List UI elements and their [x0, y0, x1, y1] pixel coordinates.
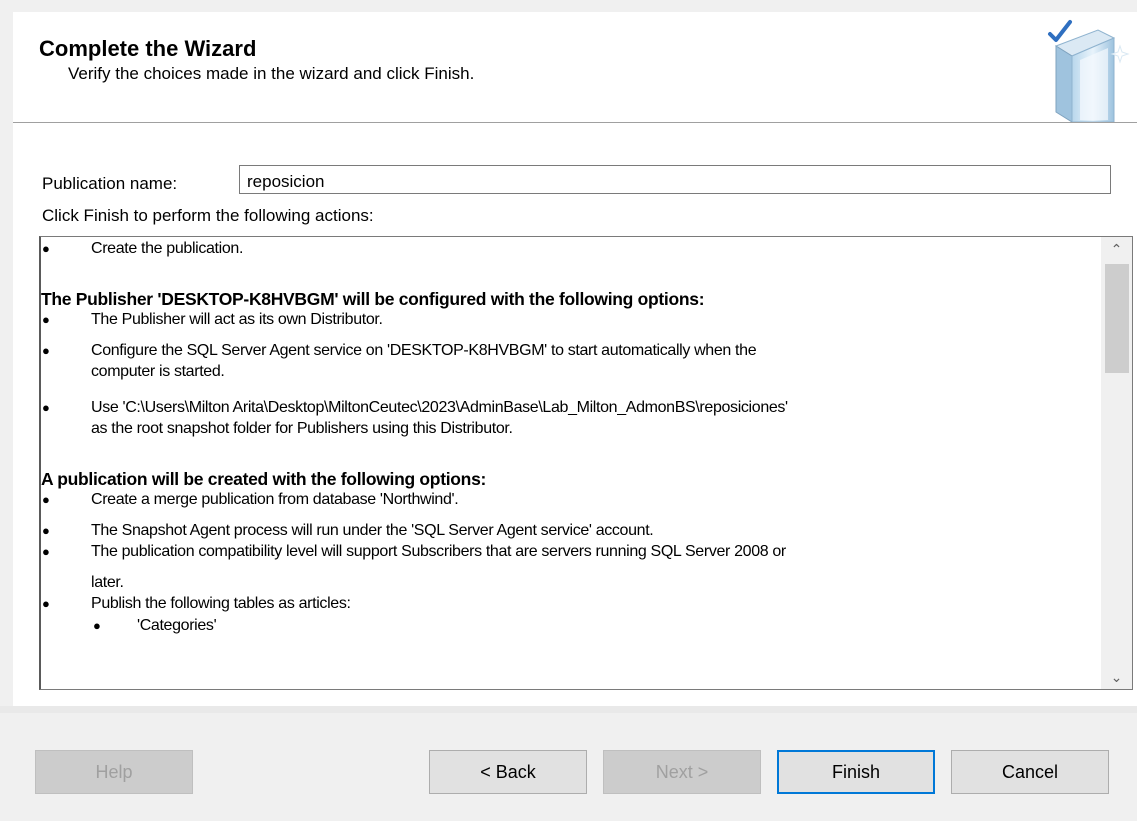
action-text: Create the publication. [91, 240, 244, 257]
action-text: Use 'C:\Users\Milton Arita\Desktop\Milto… [91, 399, 788, 416]
action-text: computer is started. [91, 363, 225, 380]
actions-label: Click Finish to perform the following ac… [42, 206, 374, 225]
scroll-up-icon[interactable]: ⌃ [1101, 237, 1132, 261]
action-item: ● Configure the SQL Server Agent service … [41, 341, 757, 361]
scroll-down-icon[interactable]: ⌄ [1101, 665, 1132, 689]
publication-name-label: Publication name: [42, 174, 178, 193]
next-button[interactable]: Next > [603, 750, 761, 794]
action-item: ● Create a merge publication from databas… [41, 490, 459, 510]
vertical-scrollbar[interactable]: ⌃ ⌄ [1101, 237, 1132, 689]
action-item: ● The publication compatibility level wil… [41, 542, 786, 562]
action-text: Configure the SQL Server Agent service o… [91, 342, 757, 359]
action-item: ● The Snapshot Agent process will run und… [41, 521, 654, 541]
action-text: as the root snapshot folder for Publishe… [91, 420, 513, 437]
action-item: as the root snapshot folder for Publishe… [41, 419, 513, 439]
bullet-icon: ● [42, 241, 50, 256]
publication-name-field[interactable] [239, 165, 1111, 194]
bullet-icon: ● [93, 618, 101, 633]
window-top-strip [0, 0, 1137, 12]
action-item: ● Create the publication. [41, 239, 243, 259]
action-item: ● Use 'C:\Users\Milton Arita\Desktop\Milt… [41, 398, 788, 418]
bullet-icon: ● [42, 400, 50, 415]
footer-separator [0, 706, 1137, 713]
bullet-icon: ● [42, 544, 50, 559]
bullet-icon: ● [42, 492, 50, 507]
wizard-book-check-icon [1048, 20, 1130, 122]
action-item: computer is started. [41, 362, 225, 382]
action-item: later. [41, 573, 124, 593]
action-item: ● Publish the following tables as article… [41, 594, 351, 614]
help-button[interactable]: Help [35, 750, 193, 794]
bullet-icon: ● [42, 343, 50, 358]
actions-section-heading: A publication will be created with the f… [41, 469, 486, 489]
action-text: The Publisher 'DESKTOP-K8HVBGM' will be … [41, 289, 705, 309]
action-text: The Snapshot Agent process will run unde… [91, 522, 654, 539]
action-text: 'Categories' [137, 617, 217, 634]
action-text: later. [91, 574, 124, 591]
actions-section-heading: The Publisher 'DESKTOP-K8HVBGM' will be … [41, 289, 705, 309]
action-text: The publication compatibility level will… [91, 543, 786, 560]
wizard-header: Complete the Wizard Verify the choices m… [13, 12, 1137, 123]
page-subtitle: Verify the choices made in the wizard an… [68, 64, 475, 83]
back-button[interactable]: < Back [429, 750, 587, 794]
bullet-icon: ● [42, 596, 50, 611]
action-item: ● The Publisher will act as its own Distr… [41, 310, 383, 330]
action-item: ● 'Categories' [41, 616, 217, 636]
actions-list-box[interactable]: ● Create the publication. The Publisher 'D… [39, 236, 1133, 690]
action-text: Create a merge publication from database… [91, 491, 459, 508]
action-text: A publication will be created with the f… [41, 469, 487, 489]
bullet-icon: ● [42, 312, 50, 327]
action-text: Publish the following tables as articles… [91, 595, 351, 612]
bullet-icon: ● [42, 523, 50, 538]
action-text: The Publisher will act as its own Distri… [91, 311, 383, 328]
page-title: Complete the Wizard [39, 36, 257, 61]
wizard-content: Publication name: Click Finish to perfor… [13, 123, 1137, 706]
scrollbar-thumb[interactable] [1105, 264, 1129, 373]
cancel-button[interactable]: Cancel [951, 750, 1109, 794]
finish-button[interactable]: Finish [777, 750, 935, 794]
